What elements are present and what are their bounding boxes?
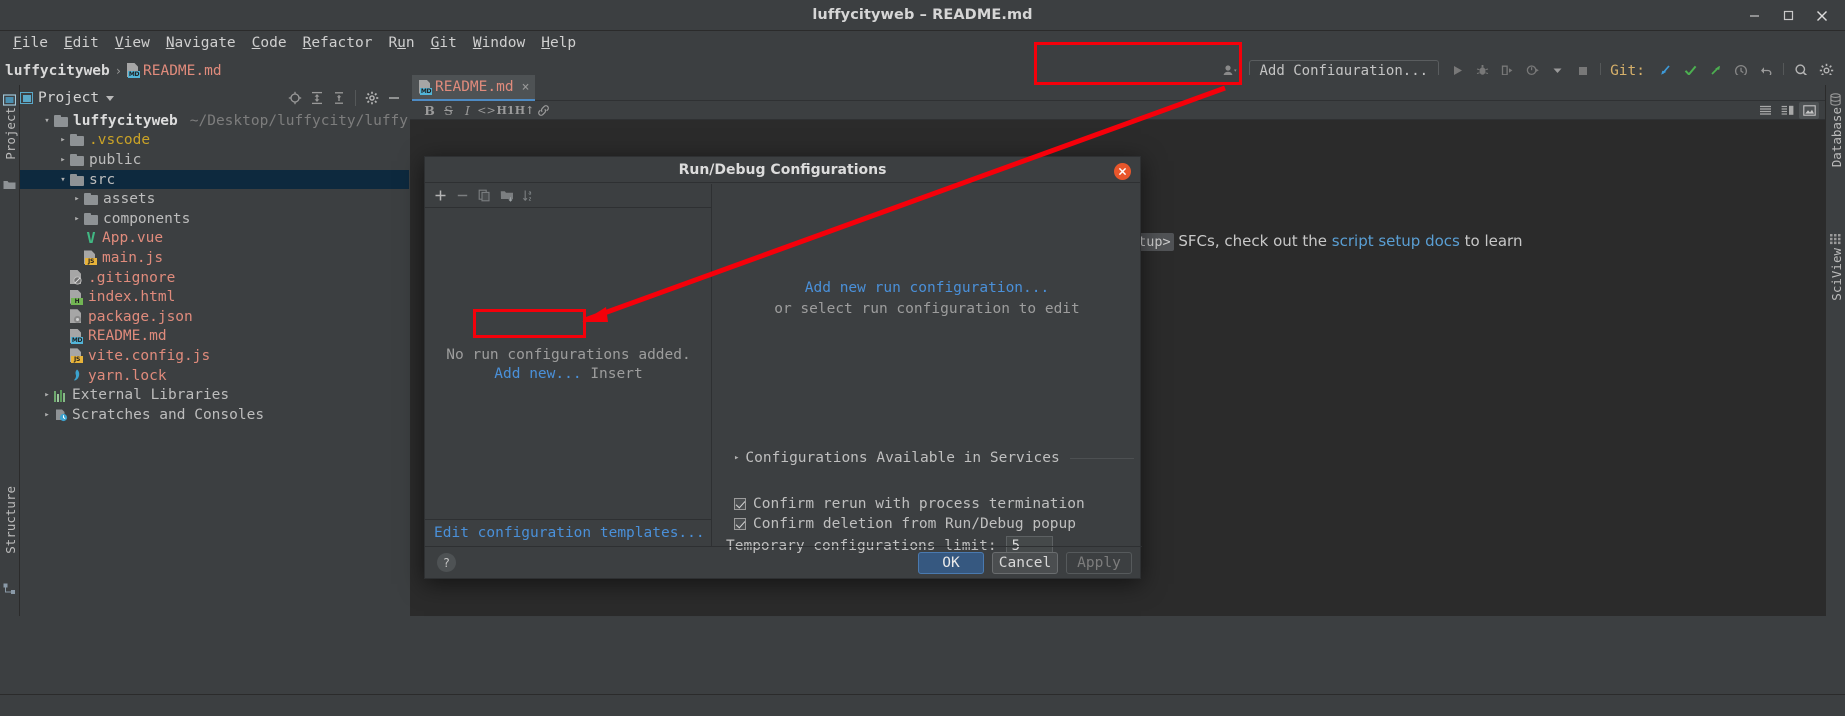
annotation-layer [582,85,1226,323]
ide-window: luffycityweb – README.md File Edit View … [0,0,1845,716]
